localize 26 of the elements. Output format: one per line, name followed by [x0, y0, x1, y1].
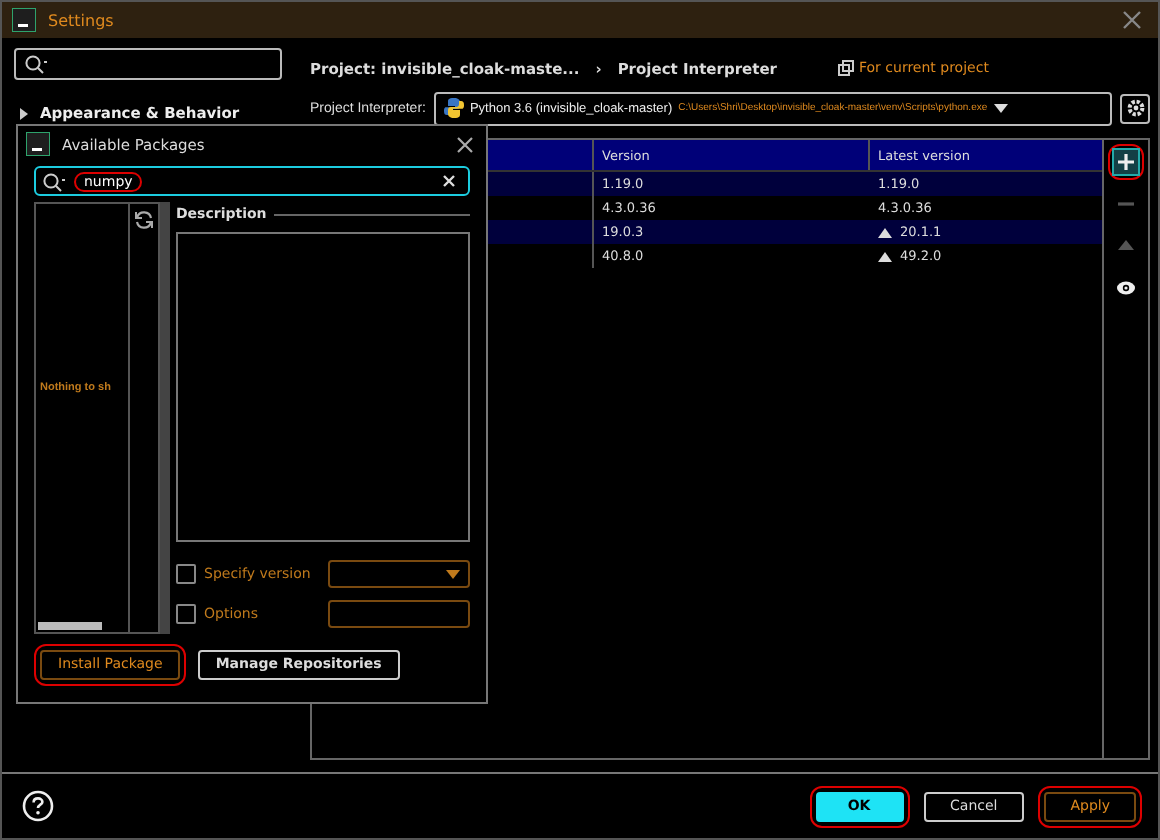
copy-icon	[837, 60, 853, 76]
expand-arrow-icon	[18, 107, 30, 119]
scrollbar-thumb[interactable]	[38, 622, 102, 630]
clear-icon	[442, 174, 456, 188]
options-field[interactable]	[328, 600, 470, 628]
checkbox[interactable]	[176, 604, 196, 624]
add-icon	[1116, 152, 1136, 172]
version-dropdown[interactable]	[328, 560, 470, 588]
upgrade-arrow-icon	[1116, 235, 1136, 255]
refresh-icon	[134, 210, 154, 230]
help-icon	[22, 790, 54, 822]
close-icon	[456, 135, 474, 153]
search-field[interactable]	[14, 48, 282, 80]
app-logo-icon	[26, 132, 50, 156]
app-logo-icon	[12, 8, 36, 32]
search-icon	[24, 54, 48, 74]
python-logo-icon	[443, 98, 464, 118]
settings-button[interactable]	[1120, 93, 1150, 123]
settings-icon	[1125, 98, 1145, 118]
checkbox[interactable]	[176, 564, 196, 584]
search-icon	[42, 171, 66, 191]
eye-icon	[1116, 277, 1136, 297]
dropdown-arrow-icon	[993, 103, 1008, 113]
dropdown-arrow-icon	[446, 569, 460, 579]
window-title: Settings	[48, 11, 114, 29]
close-icon	[1122, 10, 1142, 30]
